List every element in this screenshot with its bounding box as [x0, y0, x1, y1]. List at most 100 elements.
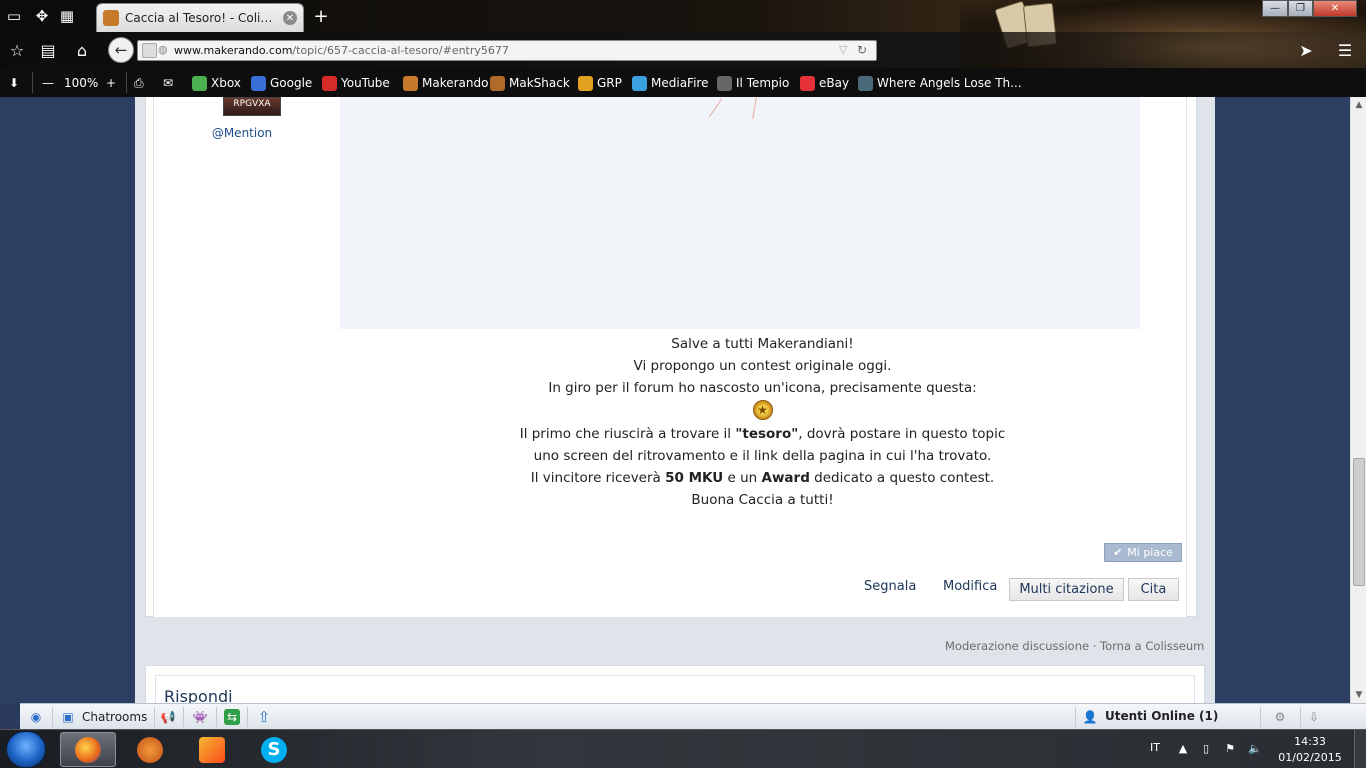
start-button[interactable] — [6, 731, 46, 768]
tab-close-icon[interactable]: ✕ — [283, 11, 297, 25]
site-identity-icon[interactable] — [142, 43, 157, 58]
moderation-link[interactable]: Moderazione discussione — [945, 639, 1089, 653]
chatrooms-icon: ▣ — [62, 710, 74, 724]
bookmark-makshack[interactable]: MakShack — [490, 74, 570, 92]
download-icon[interactable]: ⬇ — [9, 74, 19, 92]
browser-tab-active[interactable]: Caccia al Tesoro! - Colisse... ✕ — [96, 3, 304, 32]
minimize-button[interactable]: — — [1262, 0, 1288, 17]
bookmark-makerando[interactable]: Makerando — [403, 74, 488, 92]
trophy-line: ★ — [340, 399, 1185, 423]
reader-icon[interactable]: ▤ — [36, 38, 60, 62]
globe-icon: ◍ — [158, 43, 168, 56]
games-icon[interactable]: 👾 — [192, 709, 208, 725]
post-line: In giro per il forum ho nascosto un'icon… — [548, 380, 977, 396]
bookmark-il-tempio[interactable]: Il Tempio — [717, 74, 789, 92]
taskbar-winamp[interactable] — [184, 732, 240, 767]
back-button[interactable]: ← — [108, 37, 134, 63]
taskbar-firefox[interactable] — [60, 732, 116, 767]
like-button[interactable]: ✔ Mi piace — [1104, 543, 1182, 562]
edit-link[interactable]: Modifica — [943, 579, 997, 594]
address-bar[interactable]: ◍ www.makerando.com /topic/657-caccia-al… — [137, 40, 877, 61]
language-indicator[interactable]: IT — [1150, 741, 1160, 754]
mention-link[interactable]: @Mention — [196, 126, 288, 140]
new-tab-button[interactable]: + — [310, 4, 332, 28]
users-online-button[interactable]: Utenti Online (1) — [1105, 709, 1218, 723]
tab-favicon-icon — [103, 10, 119, 26]
bookmark-xbox[interactable]: Xbox — [192, 74, 241, 92]
bookmark-grp[interactable]: GRP — [578, 74, 622, 92]
report-link[interactable]: Segnala — [864, 579, 916, 594]
bookmark-star-icon[interactable]: ☆ — [5, 38, 29, 62]
web-page: RPGVXA @Mention Salve a tutti Makerandia… — [0, 97, 1350, 703]
bookmark-where-angels[interactable]: Where Angels Lose Th... — [858, 74, 1022, 92]
chatrooms-button[interactable]: Chatrooms — [82, 710, 147, 724]
back-to-forum-link[interactable]: Torna a Colisseum — [1100, 639, 1204, 653]
taskbar-paw-app[interactable] — [122, 732, 178, 767]
makerando-icon — [403, 75, 418, 91]
users-icon: 👤 — [1082, 710, 1098, 724]
close-window-button[interactable]: ✕ — [1313, 0, 1357, 17]
makshack-icon — [490, 75, 505, 91]
where-angels-icon — [858, 75, 873, 91]
flag-icon[interactable]: ⚑ — [1222, 740, 1238, 756]
reply-title: Rispondi — [164, 687, 233, 703]
chatbar-divider — [154, 707, 155, 727]
grp-icon — [578, 75, 593, 91]
home-icon[interactable]: ⌂ — [70, 38, 94, 62]
url-bookmark-icon[interactable]: ▽ — [839, 43, 854, 58]
chatbar-divider — [52, 707, 53, 727]
skype-icon: S — [261, 736, 287, 763]
toolbar-divider — [126, 72, 127, 93]
globe-icon[interactable]: ◉ — [28, 709, 44, 725]
settings-gear-icon[interactable]: ⚙ — [1272, 709, 1288, 725]
zoom-out-icon[interactable]: — — [42, 74, 54, 92]
system-clock[interactable]: 14:33 01/02/2015 — [1278, 734, 1342, 766]
window-menu-icon[interactable]: ▭ — [2, 4, 26, 28]
maximize-button[interactable]: ❐ — [1288, 0, 1313, 17]
mail-icon[interactable]: ✉ — [163, 74, 173, 92]
clock-date: 01/02/2015 — [1278, 751, 1342, 764]
collapse-icon[interactable]: ⇩ — [1306, 709, 1322, 725]
send-icon[interactable]: ➤ — [1294, 38, 1318, 62]
volume-icon[interactable]: 🔈 — [1247, 740, 1263, 756]
chatbar-divider — [1075, 707, 1076, 727]
show-desktop-button[interactable] — [1354, 730, 1366, 768]
tray-expand-icon[interactable]: ▲ — [1175, 740, 1191, 756]
trophy-icon: ★ — [752, 400, 773, 420]
checkmark-icon: ✔ — [1113, 546, 1123, 559]
print-icon[interactable]: ⎙ — [134, 74, 144, 92]
announcement-icon[interactable]: 📢 — [160, 709, 176, 725]
scroll-up-arrow-icon[interactable]: ▲ — [1351, 97, 1366, 113]
tab-title: Caccia al Tesoro! - Colisse... — [125, 11, 277, 25]
url-path: /topic/657-caccia-al-tesoro/#entry5677 — [292, 44, 509, 57]
multiquote-button[interactable]: Multi citazione — [1009, 578, 1124, 601]
post-line: Il vincitore riceverà 50 MKU e un Award … — [530, 470, 995, 486]
post-line: Salve a tutti Makerandiani! — [671, 336, 854, 352]
tab-grid-icon[interactable]: ▦ — [55, 4, 79, 28]
moderation-links: Moderazione discussione · Torna a Coliss… — [945, 639, 1205, 653]
speed-dial-icon[interactable]: ✥ — [30, 4, 54, 28]
bookmark-youtube[interactable]: YouTube — [322, 74, 390, 92]
toolbar-divider — [32, 72, 33, 93]
upload-icon[interactable]: ⇧ — [256, 708, 272, 726]
quote-button[interactable]: Cita — [1128, 578, 1179, 601]
bookmark-ebay[interactable]: eBay — [800, 74, 849, 92]
bookmark-mediafire[interactable]: MediaFire — [632, 74, 708, 92]
url-host: www.makerando.com — [174, 44, 293, 57]
taskbar-skype[interactable]: S — [246, 732, 302, 767]
scroll-down-arrow-icon[interactable]: ▼ — [1351, 687, 1366, 703]
mediafire-icon — [632, 75, 647, 91]
share-icon[interactable]: ⇆ — [224, 709, 240, 725]
bookmark-google[interactable]: Google — [251, 74, 312, 92]
menu-icon[interactable]: ☰ — [1333, 38, 1357, 62]
chat-bar: ◉ ▣ Chatrooms 📢 👾 ⇆ ⇧ 👤 Utenti Online (1… — [20, 703, 1366, 729]
chatbar-divider — [216, 707, 217, 727]
device-icon[interactable]: ▯ — [1198, 740, 1214, 756]
reload-icon[interactable]: ↻ — [857, 43, 872, 58]
chatbar-divider — [183, 707, 184, 727]
google-icon — [251, 75, 266, 91]
zoom-in-icon[interactable]: + — [106, 74, 116, 92]
scrollbar-thumb[interactable] — [1353, 458, 1365, 586]
page-scrollbar[interactable]: ▲ ▼ — [1350, 97, 1366, 703]
paw-icon — [137, 736, 163, 763]
